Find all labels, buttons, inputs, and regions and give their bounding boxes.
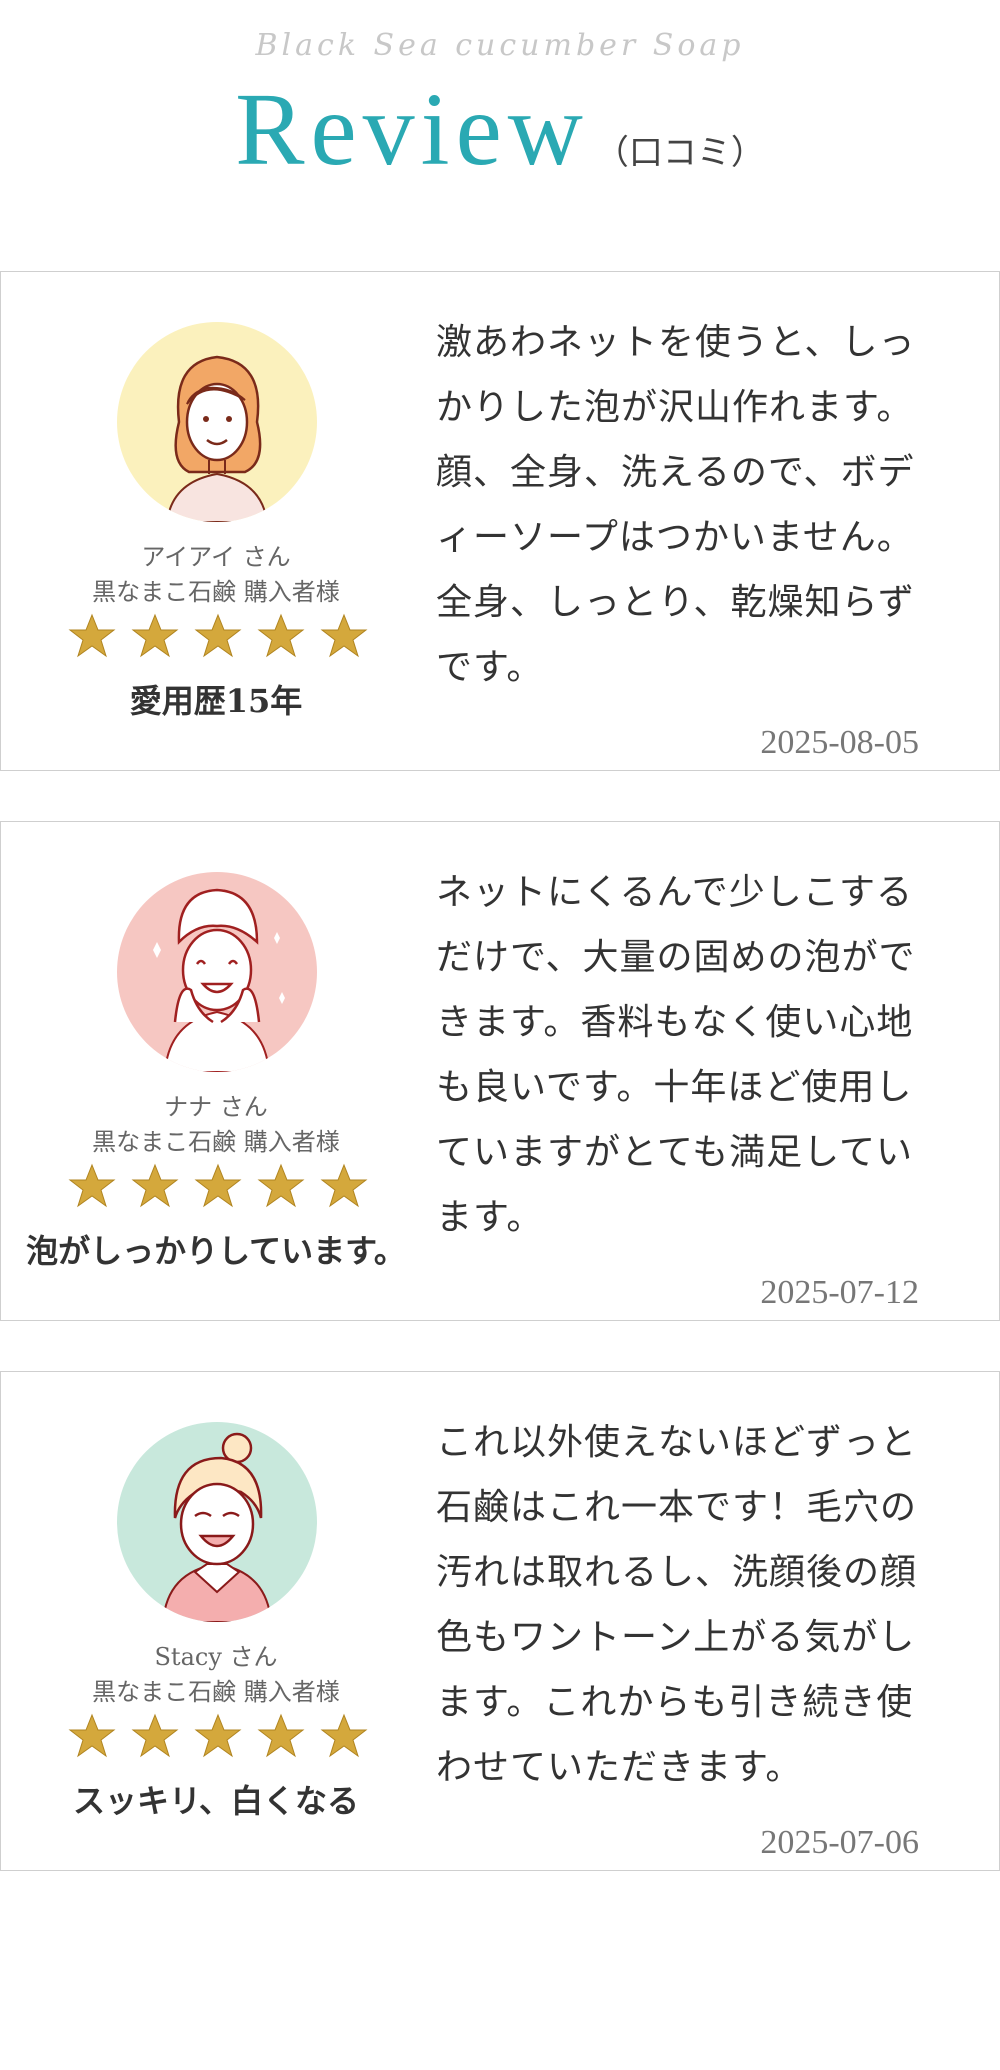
star-icon <box>68 1713 116 1758</box>
page-header: Black Sea cucumber Soap Review （口コミ） <box>0 0 1000 200</box>
review-text: ネットにくるんで少しこするだけで、大量の固めの泡ができます。香料もなく使い心地も… <box>436 872 916 1238</box>
review-date: 2025-08-05 <box>760 724 919 761</box>
star-icon <box>257 613 305 658</box>
review-date: 2025-07-06 <box>760 1824 919 1861</box>
review-date: 2025-07-12 <box>760 1274 919 1311</box>
star-icon <box>320 1163 368 1208</box>
page-title: Review <box>235 72 589 187</box>
reviewer-info: Stacy さん 黒なまこ石鹸 購入者様 スッキリ、白くなる <box>1 1372 431 1870</box>
reviewer-info: ナナ さん 黒なまこ石鹸 購入者様 泡がしっかりしています。 <box>1 822 431 1320</box>
star-icon <box>320 613 368 658</box>
product-subtitle: Black Sea cucumber Soap <box>255 28 745 63</box>
buyer-label: 黒なまこ石鹸 購入者様 <box>92 1128 340 1156</box>
woman-bun-hair-icon <box>117 1422 317 1622</box>
woman-towel-hair-icon <box>117 872 317 1072</box>
review-card: ナナ さん 黒なまこ石鹸 購入者様 泡がしっかりしています。 ネットにくるんで少… <box>0 821 1000 1321</box>
star-icon <box>257 1713 305 1758</box>
review-tagline: 愛用歴15年 <box>129 682 303 720</box>
review-card: アイアイ さん 黒なまこ石鹸 購入者様 愛用歴15年 激あわネットを使うと、しっ… <box>0 271 1000 771</box>
star-icon <box>131 1713 179 1758</box>
star-icon <box>194 613 242 658</box>
reviewer-name: アイアイ さん <box>141 543 291 571</box>
star-rating <box>68 612 368 662</box>
review-text: これ以外使えないほどずっと石鹸はこれ一本です！毛穴の汚れは取れるし、洗顔後の顔色… <box>436 1422 918 1788</box>
reviewer-info: アイアイ さん 黒なまこ石鹸 購入者様 愛用歴15年 <box>1 272 431 770</box>
star-icon <box>320 1713 368 1758</box>
buyer-label: 黒なまこ石鹸 購入者様 <box>92 1678 340 1706</box>
star-icon <box>68 1163 116 1208</box>
star-icon <box>194 1713 242 1758</box>
review-tagline: スッキリ、白くなる <box>72 1782 360 1820</box>
reviewer-name: Stacy さん <box>154 1643 278 1671</box>
star-icon <box>68 613 116 658</box>
review-text: 激あわネットを使うと、しっかりした泡が沢山作れます。顔、全身、洗えるので、ボディ… <box>436 322 916 688</box>
star-icon <box>194 1163 242 1208</box>
star-icon <box>257 1163 305 1208</box>
woman-wavy-hair-icon <box>117 322 317 522</box>
title-row: Review （口コミ） <box>0 70 1000 189</box>
star-icon <box>131 1163 179 1208</box>
page-title-suffix: （口コミ） <box>594 133 765 173</box>
review-card: Stacy さん 黒なまこ石鹸 購入者様 スッキリ、白くなる これ以外使えないほ… <box>0 1371 1000 1871</box>
star-rating <box>68 1712 368 1762</box>
reviewer-name: ナナ さん <box>164 1093 268 1121</box>
star-rating <box>68 1162 368 1212</box>
star-icon <box>131 613 179 658</box>
review-tagline: 泡がしっかりしています。 <box>26 1232 406 1270</box>
buyer-label: 黒なまこ石鹸 購入者様 <box>92 578 340 606</box>
